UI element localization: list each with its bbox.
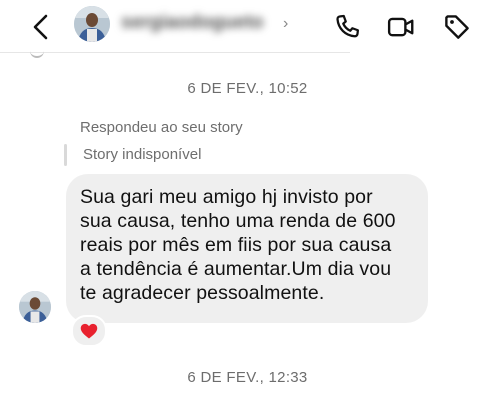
timestamp: 6 DE FEV., 10:52 xyxy=(187,80,308,97)
tag-button[interactable] xyxy=(442,12,472,42)
message-text: Sua gari meu amigo hj invisto por sua ca… xyxy=(80,186,396,304)
phone-icon xyxy=(336,14,359,38)
avatar-photo xyxy=(74,6,110,42)
sender-avatar[interactable] xyxy=(19,291,51,323)
avatar-photo xyxy=(19,291,51,323)
chat-header: sergiaodogueto › xyxy=(0,0,495,58)
avatar[interactable] xyxy=(74,6,110,42)
tag-icon xyxy=(445,15,469,39)
message-bubble[interactable]: Sua gari meu amigo hj invisto por sua ca… xyxy=(66,174,428,323)
call-button[interactable] xyxy=(332,12,362,42)
heart-icon xyxy=(80,323,98,339)
header-divider xyxy=(0,52,350,53)
partial-icon xyxy=(30,48,44,58)
story-unavailable-label: Story indisponível xyxy=(83,146,202,163)
quote-bar xyxy=(64,144,67,166)
back-button[interactable] xyxy=(28,12,56,42)
timestamp: 6 DE FEV., 12:33 xyxy=(187,369,308,386)
dm-thread: sergiaodogueto › 6 DE FEV., 10:52 Respon… xyxy=(0,0,495,402)
chat-username[interactable]: sergiaodogueto xyxy=(121,12,264,34)
message-reaction[interactable] xyxy=(71,315,107,347)
chevron-left-icon xyxy=(33,14,48,40)
story-reply-label: Respondeu ao seu story xyxy=(80,119,243,136)
video-icon xyxy=(387,17,414,37)
video-call-button[interactable] xyxy=(386,12,416,42)
username-chevron-icon[interactable]: › xyxy=(283,15,288,33)
